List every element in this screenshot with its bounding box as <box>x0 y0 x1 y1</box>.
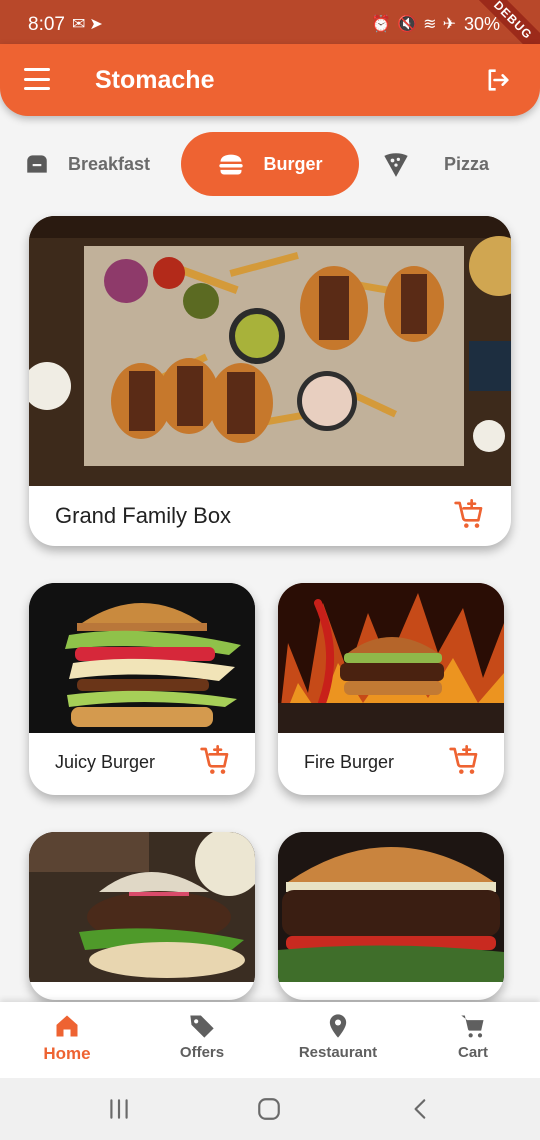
tab-breakfast-label: Breakfast <box>68 153 151 174</box>
status-bar: 8:07 ✉ ➤ ⏰ 🔇 ≋ ✈ 30% DEBUG <box>0 0 540 66</box>
status-system-icons: ⏰ 🔇 ≋ ✈ 30% <box>371 14 500 35</box>
menu-item-image <box>278 583 504 733</box>
menu-item-card[interactable]: Juicy Burger <box>29 583 255 795</box>
nav-offers[interactable]: Offers <box>142 1012 262 1061</box>
location-pin-icon <box>329 1014 347 1038</box>
nav-home[interactable]: Home <box>7 1012 127 1064</box>
featured-item-card[interactable]: Grand Family Box <box>29 216 511 546</box>
pizza-icon <box>384 153 408 177</box>
back-icon[interactable] <box>408 1096 434 1122</box>
telegram-icon: ➤ <box>89 16 103 33</box>
tab-burger-label: Burger <box>263 153 323 174</box>
featured-item-image <box>29 216 511 486</box>
bottom-nav: Home Offers Restaurant Cart <box>0 1002 540 1078</box>
battery-level: 30% <box>463 14 500 34</box>
home-button-icon[interactable] <box>256 1096 282 1122</box>
nav-cart-label: Cart <box>457 1044 488 1061</box>
status-time: 8:07 <box>28 14 65 35</box>
add-to-cart-icon[interactable] <box>448 745 480 777</box>
app-title: Stomache <box>95 66 215 94</box>
menu-item-name: Fire Burger <box>304 752 395 772</box>
menu-item-image <box>278 832 504 982</box>
menu-item-card[interactable]: Fire Burger <box>278 583 504 795</box>
nav-restaurant-label: Restaurant <box>298 1044 378 1061</box>
tag-icon <box>190 1015 214 1038</box>
alarm-icon: ⏰ <box>371 16 392 33</box>
status-notification-icons: ✉ ➤ <box>72 14 103 34</box>
tab-pizza[interactable]: Pizza <box>382 132 489 196</box>
tab-burger[interactable]: Burger <box>181 132 359 196</box>
menu-item-name: Juicy Burger <box>55 752 156 772</box>
tab-pizza-label: Pizza <box>444 153 490 174</box>
tab-breakfast[interactable]: Breakfast <box>24 132 150 196</box>
message-icon: ✉ <box>72 16 86 33</box>
nav-offers-label: Offers <box>179 1044 225 1061</box>
nav-cart[interactable]: Cart <box>413 1012 533 1061</box>
menu-item-card[interactable] <box>278 832 504 1000</box>
menu-item-card[interactable] <box>29 832 255 1000</box>
nav-home-label: Home <box>43 1044 91 1063</box>
nav-restaurant[interactable]: Restaurant <box>278 1012 398 1061</box>
recents-icon[interactable] <box>106 1096 132 1122</box>
add-to-cart-icon[interactable] <box>199 745 231 777</box>
burger-icon <box>219 154 244 175</box>
menu-item-image <box>29 583 255 733</box>
airplane-icon: ✈ <box>442 16 456 33</box>
home-icon <box>56 1015 78 1037</box>
cart-icon <box>461 1015 484 1038</box>
add-to-cart-icon[interactable] <box>453 499 485 531</box>
menu-icon[interactable] <box>24 68 50 90</box>
menu-item-image <box>29 832 255 982</box>
app-bar: Stomache <box>0 44 540 116</box>
featured-item-name: Grand Family Box <box>55 503 232 528</box>
logout-icon[interactable] <box>484 66 512 94</box>
wifi-icon: ≋ <box>423 16 437 33</box>
toaster-icon <box>27 155 47 173</box>
category-tabs: Breakfast Burger Pizza <box>0 132 540 196</box>
system-nav-bar <box>0 1078 540 1140</box>
mute-icon: 🔇 <box>397 16 418 33</box>
